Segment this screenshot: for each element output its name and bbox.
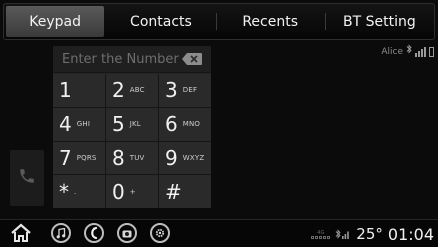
key-9[interactable]: 9 WXYZ [159, 141, 211, 175]
bottom-bar: 4G 25° 01:04 [0, 219, 438, 247]
key-2[interactable]: 2 ABC [106, 74, 158, 107]
key-5[interactable]: 5 JKL [106, 107, 158, 141]
key-4[interactable]: 4 GHI [53, 107, 105, 141]
key-letters: + [129, 187, 136, 196]
tab-recents[interactable]: Recents [215, 4, 325, 39]
key-6[interactable]: 6 MNO [159, 107, 211, 141]
phone-call-icon [18, 167, 36, 189]
key-letters: WXYZ [182, 153, 205, 162]
key-digit: 0 [112, 179, 125, 204]
key-digit: 6 [165, 112, 178, 137]
key-digit: 3 [165, 78, 178, 103]
tab-bt-setting-label: BT Setting [343, 13, 416, 30]
key-3[interactable]: 3 DEF [159, 74, 211, 107]
key-letters: PQRS [76, 153, 97, 162]
key-digit: 5 [112, 112, 125, 137]
key-letters: TUV [129, 153, 145, 162]
tab-keypad-label: Keypad [29, 13, 82, 30]
number-input[interactable] [53, 46, 181, 72]
network-indicator: 4G [311, 230, 331, 239]
tab-bt-setting[interactable]: BT Setting [324, 4, 434, 39]
key-digit: # [165, 179, 182, 204]
key-letters: ABC [129, 86, 145, 95]
key-digit: 2 [112, 78, 125, 103]
key-digit: * [59, 179, 69, 204]
top-tab-bar: Keypad Contacts Recents BT Setting [3, 3, 435, 40]
call-button[interactable] [10, 150, 44, 206]
bluetooth-signal-icon [335, 225, 351, 244]
key-digit: 9 [165, 145, 178, 170]
key-letters: MNO [182, 120, 201, 129]
tab-recents-label: Recents [242, 13, 298, 30]
tab-contacts-label: Contacts [130, 13, 192, 30]
tab-keypad[interactable]: Keypad [6, 6, 105, 37]
key-letters: GHI [76, 120, 91, 129]
key-0[interactable]: 0 + [106, 175, 158, 208]
temperature: 25° [356, 225, 383, 243]
key-digit: 4 [59, 112, 72, 137]
system-status: 4G 25° 01:04 [311, 223, 434, 245]
network-dots [311, 235, 331, 239]
key-letters: JKL [129, 120, 141, 129]
music-icon[interactable] [51, 223, 71, 243]
key-letters: DEF [182, 86, 198, 95]
backspace-icon[interactable] [181, 52, 203, 66]
key-digit: 7 [59, 145, 72, 170]
battery-icon [429, 47, 434, 57]
key-8[interactable]: 8 TUV [106, 141, 158, 175]
key-letters: . [74, 187, 77, 196]
settings-icon[interactable] [150, 223, 170, 243]
key-digit: 1 [59, 78, 72, 103]
signal-bars-icon [415, 47, 426, 57]
key-grid: 1 2 ABC 3 DEF 4 GHI 5 JKL 6 MNO 7 PQRS 8 TUV 9W… [53, 74, 211, 208]
key-digit: 8 [112, 145, 125, 170]
number-field [53, 46, 211, 73]
key-1[interactable]: 1 [53, 74, 105, 107]
phone-icon[interactable] [84, 223, 104, 243]
dial-pad: 1 2 ABC 3 DEF 4 GHI 5 JKL 6 MNO 7 PQRS 8 TUV 9W… [53, 46, 211, 208]
key-7[interactable]: 7 PQRS [53, 141, 105, 175]
clock: 01:04 [387, 224, 434, 244]
home-icon[interactable] [10, 223, 32, 247]
bluetooth-icon [406, 44, 412, 57]
device-name: Alice [381, 47, 403, 57]
tab-contacts[interactable]: Contacts [106, 4, 215, 39]
camera-icon[interactable] [117, 223, 137, 243]
connection-status: Alice [381, 43, 434, 57]
key-hash[interactable]: # [159, 175, 211, 208]
key-star[interactable]: *. [53, 175, 105, 208]
